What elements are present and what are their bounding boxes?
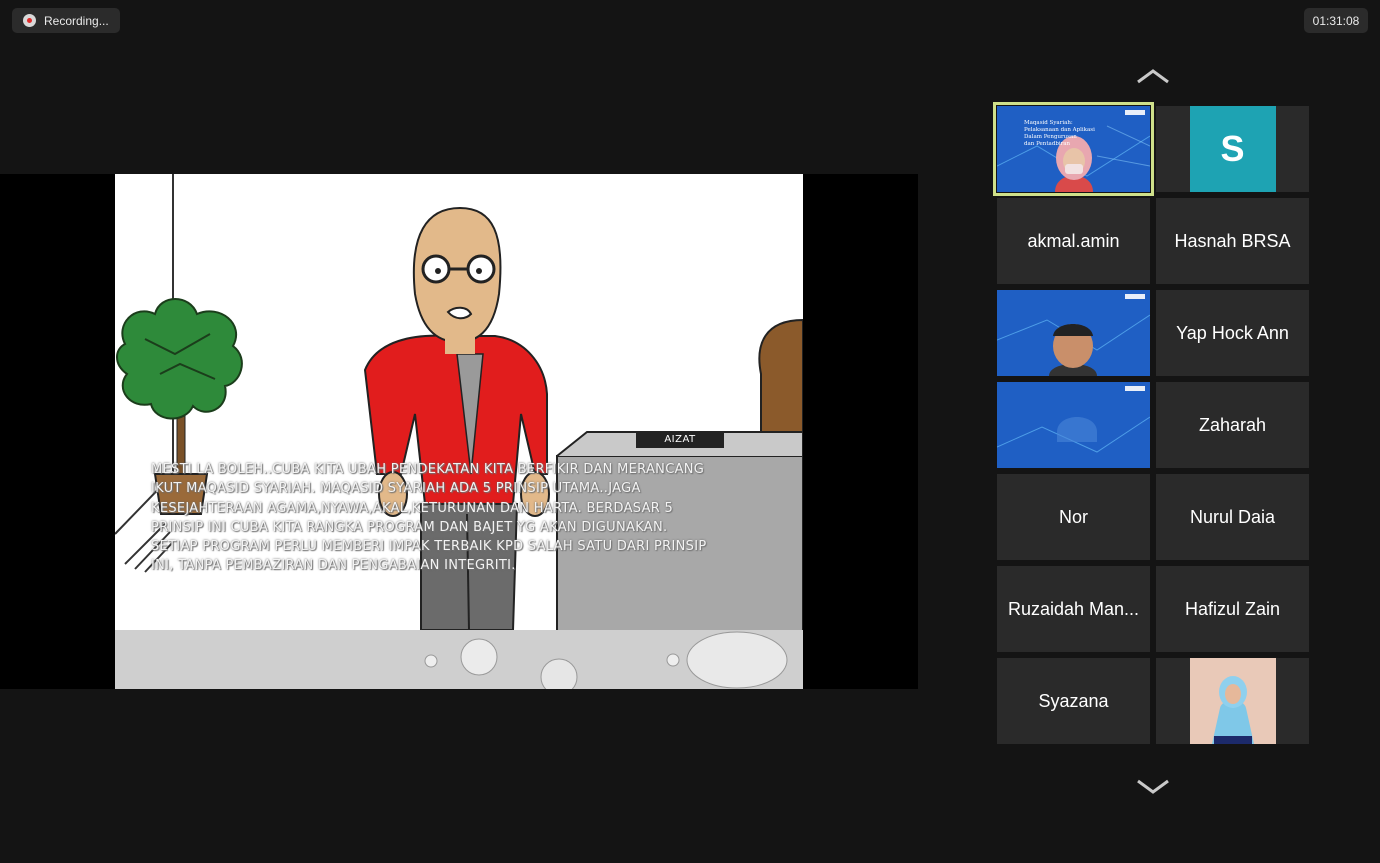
participant-name: akmal.amin	[1027, 230, 1120, 251]
desk-nameplate: AIZAT	[636, 431, 724, 448]
recording-indicator[interactable]: Recording...	[12, 8, 120, 33]
participant-tile[interactable]: akmal.amin	[997, 198, 1150, 284]
recording-label: Recording...	[44, 13, 109, 28]
active-speaker-highlight	[993, 102, 1154, 196]
participant-tile[interactable]: Zaharah	[1156, 382, 1309, 468]
recording-icon	[23, 14, 36, 27]
participant-tile[interactable]: Hafizul Zain	[1156, 566, 1309, 652]
participant-avatar: S	[1189, 106, 1276, 192]
participant-name: Zaharah	[1198, 414, 1267, 435]
participant-photo-tile[interactable]	[1156, 658, 1309, 744]
slide-caption: MESTI LA BOLEH..CUBA KITA UBAH PENDEKATA…	[151, 462, 707, 574]
participant-name: Ruzaidah Man...	[1007, 598, 1140, 619]
participant-video-feed	[997, 382, 1150, 468]
participant-tile[interactable]: Syazana	[997, 658, 1150, 744]
participant-photo	[1189, 658, 1276, 744]
participant-name: Hafizul Zain	[1184, 598, 1281, 619]
participant-video[interactable]	[997, 290, 1150, 376]
shared-screen: AIZAT MESTI LA BOLEH..CUBA KITA UBAH PEN…	[0, 174, 918, 689]
gallery-prev-icon[interactable]	[1135, 66, 1171, 86]
participant-name: Yap Hock Ann	[1176, 322, 1289, 343]
participant-tile-s[interactable]: S	[1156, 106, 1309, 192]
meeting-timer: 01:31:08	[1304, 8, 1368, 33]
participant-name: Nor	[1058, 506, 1088, 527]
participant-name: Hasnah BRSA	[1174, 230, 1291, 251]
participant-name: Nurul Daia	[1189, 506, 1276, 527]
participant-tile[interactable]: Yap Hock Ann	[1156, 290, 1309, 376]
participant-tile[interactable]: Nor	[997, 474, 1150, 560]
participant-tile[interactable]: Hasnah BRSA	[1156, 198, 1309, 284]
participant-video-feed	[997, 290, 1150, 376]
participant-name: Syazana	[1038, 690, 1109, 711]
participant-tile[interactable]: Ruzaidah Man...	[997, 566, 1150, 652]
shared-content: AIZAT MESTI LA BOLEH..CUBA KITA UBAH PEN…	[115, 174, 803, 689]
gallery-next-icon[interactable]	[1135, 776, 1171, 796]
participant-video[interactable]	[997, 382, 1150, 468]
participant-tile[interactable]: Nurul Daia	[1156, 474, 1309, 560]
